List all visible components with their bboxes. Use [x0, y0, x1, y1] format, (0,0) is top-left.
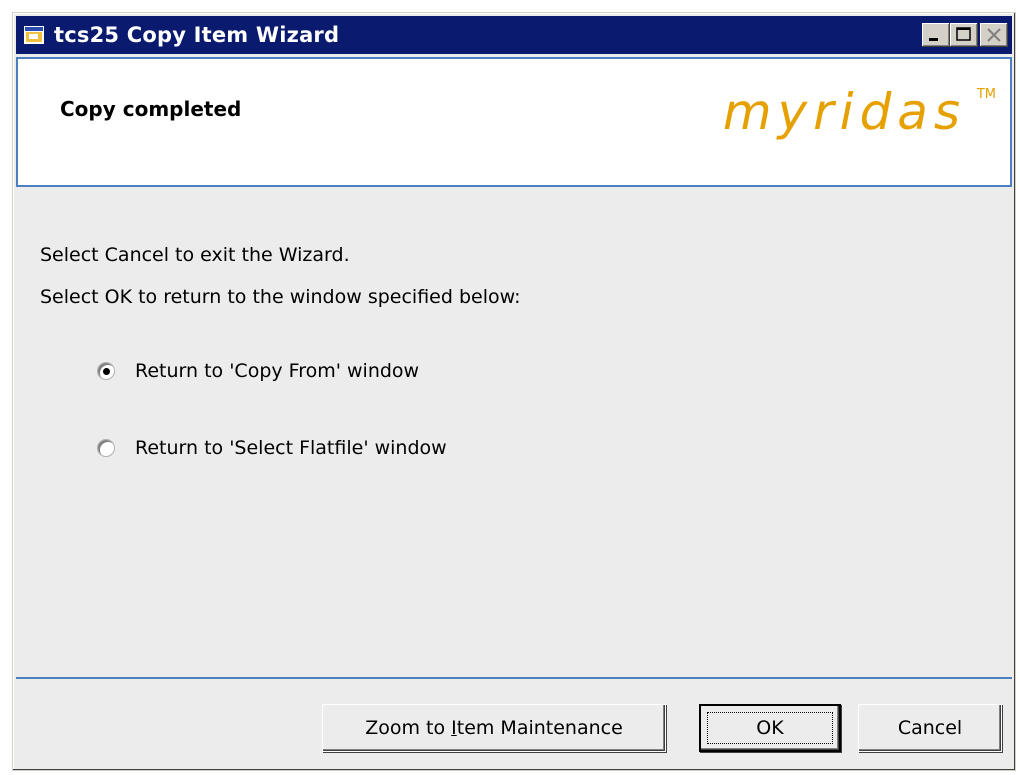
maximize-icon[interactable]: [950, 23, 978, 47]
wizard-window: tcs25 Copy Item Wizard Copy completed my…: [12, 12, 1016, 771]
focus-ring: [707, 712, 833, 744]
zoom-label-prefix: Zoom to: [365, 717, 452, 739]
caption-buttons: [922, 23, 1008, 47]
radio-button-selected[interactable]: [97, 362, 115, 380]
title-bar[interactable]: tcs25 Copy Item Wizard: [16, 16, 1012, 54]
trademark-mark: TM: [976, 87, 996, 102]
window-title: tcs25 Copy Item Wizard: [54, 23, 340, 47]
radio-button[interactable]: [97, 439, 115, 457]
radio-label[interactable]: Return to 'Select Flatfile' window: [135, 437, 447, 459]
radio-label[interactable]: Return to 'Copy From' window: [135, 360, 419, 382]
footer-divider: [16, 677, 1012, 679]
app-window-icon[interactable]: [24, 26, 44, 44]
minimize-icon[interactable]: [922, 23, 950, 47]
brand-logo: myridas: [722, 83, 966, 141]
cancel-label: Cancel: [897, 717, 963, 739]
zoom-to-item-maintenance-button[interactable]: Zoom to Item Maintenance: [322, 704, 666, 752]
page-title: Copy completed: [60, 97, 242, 121]
cancel-button[interactable]: Cancel: [858, 704, 1002, 752]
zoom-label-suffix: tem Maintenance: [456, 717, 623, 739]
ok-button[interactable]: OK: [699, 704, 841, 752]
instruction-ok: Select OK to return to the window specif…: [40, 286, 521, 308]
radio-option-select-flatfile[interactable]: Return to 'Select Flatfile' window: [97, 437, 447, 459]
header-panel: Copy completed myridas TM: [16, 57, 1012, 187]
radio-dot: [103, 368, 110, 375]
radio-option-copy-from[interactable]: Return to 'Copy From' window: [97, 360, 419, 382]
close-icon[interactable]: [980, 23, 1008, 47]
instruction-cancel: Select Cancel to exit the Wizard.: [40, 244, 350, 266]
